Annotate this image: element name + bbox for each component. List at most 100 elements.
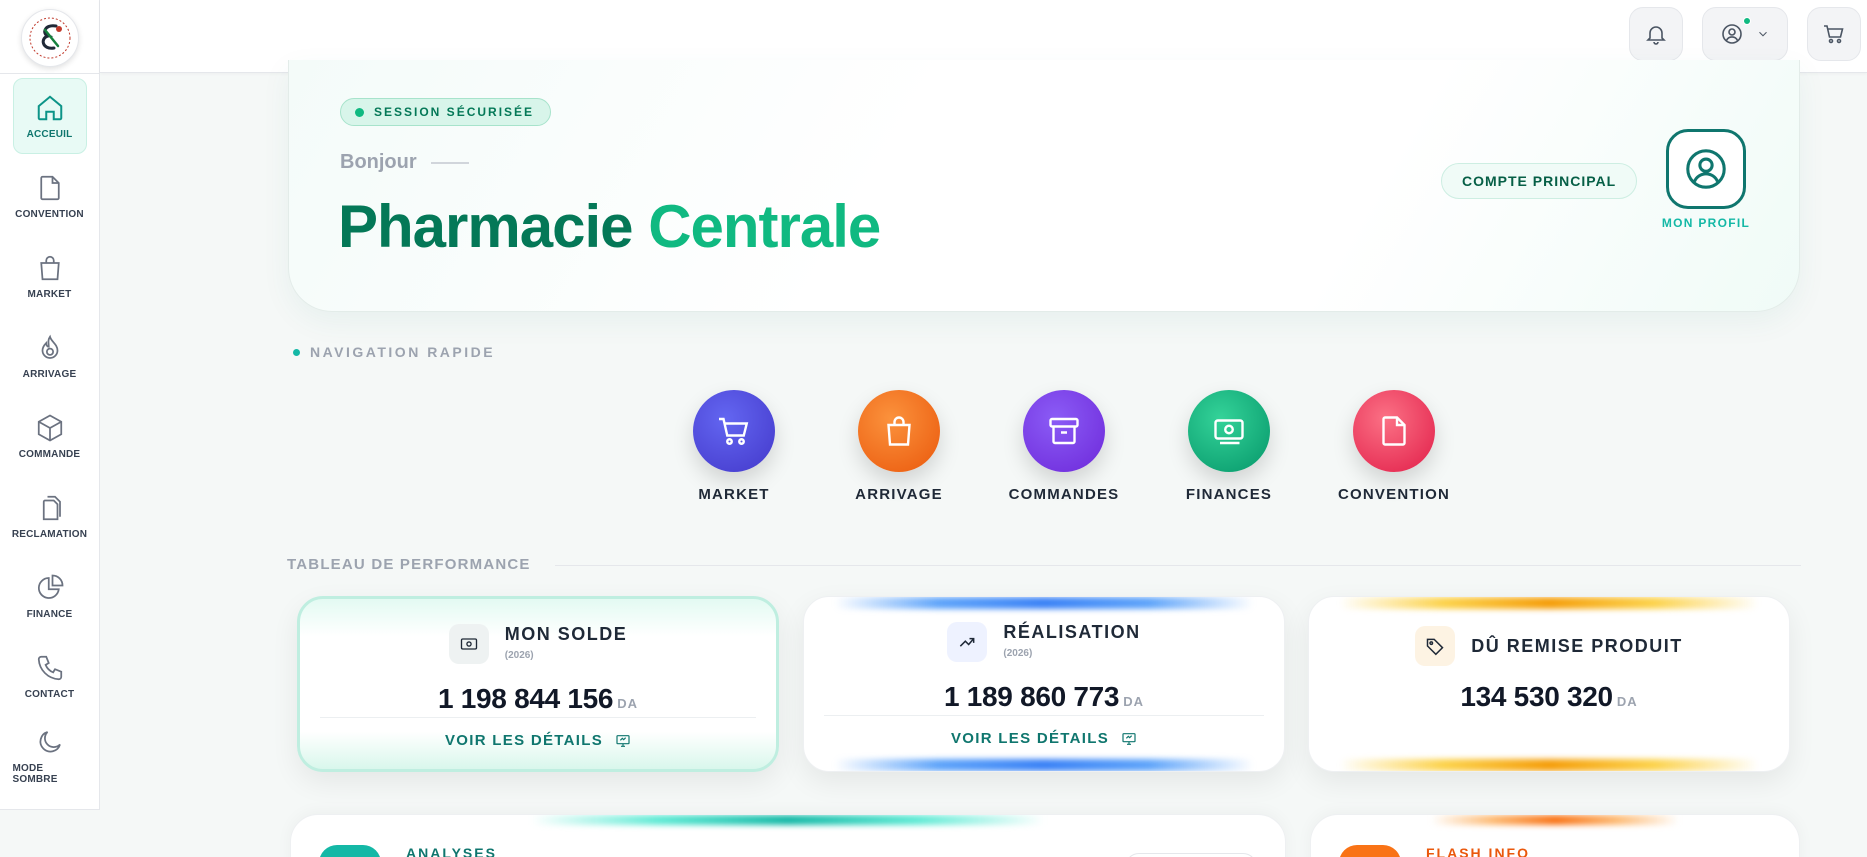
page-title: Pharmacie Centrale — [338, 193, 881, 260]
view-details-link[interactable]: VOIR LES DÉTAILS — [300, 732, 776, 749]
quick-nav-market[interactable]: MARKET — [680, 390, 788, 503]
greeting: Bonjour — [340, 151, 469, 174]
view-details-label: VOIR LES DÉTAILS — [444, 732, 604, 749]
analyses-icon — [319, 845, 381, 857]
quick-nav-finances-circle[interactable] — [1188, 390, 1270, 472]
file-icon — [1382, 416, 1406, 446]
cart-icon — [1824, 25, 1844, 44]
app-logo[interactable] — [20, 9, 79, 67]
quick-nav-convention[interactable]: CONVENTION — [1338, 390, 1451, 503]
view-details-label: VOIR LES DÉTAILS — [950, 730, 1110, 747]
greeting-text: Bonjour — [340, 151, 417, 173]
logo-separator — [0, 73, 99, 74]
file-icon — [39, 175, 60, 200]
quick-nav-heading-text: NAVIGATION RAPIDE — [310, 344, 496, 360]
card-glow-bottom — [1339, 759, 1759, 771]
secure-session-badge: SESSION SÉCURISÉE — [340, 98, 552, 126]
view-details-link[interactable]: VOIR LES DÉTAILS — [804, 730, 1284, 747]
card-glow-top — [834, 597, 1254, 609]
session-status-dot — [355, 107, 364, 117]
sidebar-item-acceuil[interactable]: ACCEUIL — [12, 78, 87, 154]
sidebar-item-convention[interactable]: CONVENTION — [13, 158, 87, 234]
page-title-part2: Centrale — [648, 193, 881, 260]
card-year: (2026) — [1003, 647, 1033, 659]
online-status-dot — [1743, 17, 1751, 25]
banknote-icon — [1214, 419, 1244, 445]
card-icon-box — [448, 624, 489, 664]
sidebar-item-contact[interactable]: CONTACT — [13, 638, 87, 714]
my-profile-label[interactable]: MON PROFIL — [1661, 216, 1751, 230]
card-divider — [824, 715, 1264, 716]
analyses-filter-button[interactable] — [1125, 853, 1257, 857]
quick-nav-heading: NAVIGATION RAPIDE — [293, 344, 495, 360]
sidebar-item-market[interactable]: MARKET — [13, 238, 87, 314]
quick-nav-list: MARKET ARRIVAGE COMMANDES FINANCES CONVE… — [680, 390, 1451, 503]
archive-icon — [1049, 417, 1079, 445]
main-account-badge[interactable]: COMPTE PRINCIPAL — [1441, 163, 1638, 199]
profile-menu-button[interactable] — [1702, 7, 1788, 61]
sidebar-item-mode-sombre[interactable]: MODE SOMBRE — [13, 718, 87, 794]
card-glow-bottom — [834, 759, 1254, 771]
analyses-title: ANALYSES — [406, 845, 497, 857]
heading-dot — [293, 348, 300, 356]
card-currency: DA — [1123, 694, 1144, 709]
card-title: MON SOLDE — [504, 624, 628, 644]
tag-icon — [1426, 638, 1444, 656]
banknote-icon — [460, 638, 477, 650]
cart-icon — [719, 417, 749, 445]
card-year: (2026) — [504, 649, 534, 661]
card-icon-box — [947, 622, 988, 662]
card-title: DÛ REMISE PRODUIT — [1471, 636, 1683, 656]
quick-nav-arrivage[interactable]: ARRIVAGE — [845, 390, 953, 503]
my-profile-button[interactable] — [1666, 129, 1746, 209]
sidebar-item-label: FINANCE — [26, 608, 73, 620]
card-amount: 1 189 860 773 — [944, 681, 1120, 712]
card-currency: DA — [617, 696, 638, 711]
flash-info-card: FLASH INFO — [1310, 814, 1800, 857]
chevron-down-icon — [1759, 31, 1767, 37]
sidebar-item-label: COMMANDE — [18, 448, 81, 460]
card-divider — [320, 717, 756, 718]
card-amount: 134 530 320 — [1460, 681, 1613, 712]
logo-emblem-icon — [29, 17, 70, 59]
quick-nav-commandes[interactable]: COMMANDES — [1008, 390, 1120, 503]
realisation-card[interactable]: RÉALISATION (2026) 1 189 860 773 DA VOIR … — [803, 596, 1285, 772]
shopping-bag-icon — [39, 255, 60, 280]
notifications-button[interactable] — [1629, 7, 1683, 61]
sidebar-item-arrivage[interactable]: ARRIVAGE — [13, 318, 87, 394]
flash-info-title: FLASH INFO — [1426, 845, 1530, 857]
analyses-card: ANALYSES — [290, 814, 1286, 857]
card-title-block: RÉALISATION (2026) — [1003, 622, 1140, 659]
product-discount-card[interactable]: DÛ REMISE PRODUIT 134 530 320 DA — [1308, 596, 1790, 772]
sidebar-item-reclamation[interactable]: RECLAMATION — [12, 478, 87, 554]
user-circle-icon — [1722, 24, 1742, 44]
balance-card[interactable]: MON SOLDE (2026) 1 198 844 156 DA VOIR LE… — [297, 596, 779, 772]
quick-nav-label: COMMANDES — [1008, 486, 1120, 503]
quick-nav-label: CONVENTION — [1338, 486, 1451, 503]
cart-button[interactable] — [1807, 7, 1861, 61]
welcome-hero-card: SESSION SÉCURISÉE Bonjour Pharmacie Cent… — [288, 60, 1800, 312]
card-title: RÉALISATION — [1003, 622, 1141, 642]
presentation-icon — [1122, 732, 1136, 745]
sidebar-item-commande[interactable]: COMMANDE — [13, 398, 87, 474]
moon-icon — [39, 731, 61, 753]
secure-session-label: SESSION SÉCURISÉE — [374, 105, 535, 119]
card-value: 1 198 844 156 DA — [300, 683, 776, 715]
user-circle-icon — [1686, 149, 1726, 189]
shopping-bag-icon — [887, 416, 911, 446]
quick-nav-finances[interactable]: FINANCES — [1175, 390, 1283, 503]
quick-nav-market-circle[interactable] — [693, 390, 775, 472]
card-icon-box — [1415, 626, 1456, 666]
bell-icon — [1646, 26, 1666, 45]
greeting-divider — [430, 161, 469, 164]
trending-up-icon — [960, 637, 975, 647]
quick-nav-arrivage-circle[interactable] — [858, 390, 940, 472]
flash-info-icon — [1339, 845, 1401, 857]
quick-nav-convention-circle[interactable] — [1353, 390, 1435, 472]
sidebar-item-finance[interactable]: FINANCE — [13, 558, 87, 634]
performance-heading: TABLEAU DE PERFORMANCE — [287, 556, 531, 573]
page-title-part1: Pharmacie — [338, 193, 634, 260]
quick-nav-commandes-circle[interactable] — [1023, 390, 1105, 472]
sidebar-item-label: ACCEUIL — [26, 128, 73, 140]
sidebar-item-label: MODE SOMBRE — [12, 763, 58, 785]
